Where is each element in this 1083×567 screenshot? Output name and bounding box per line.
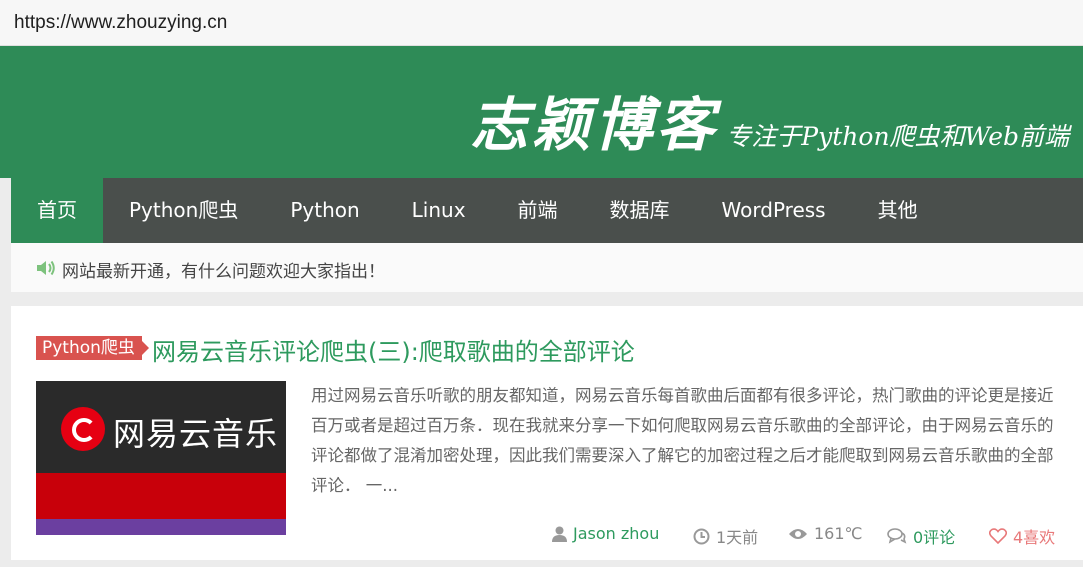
views-text: 161℃ [814,524,863,543]
clock-icon [693,528,710,544]
speaker-icon [37,260,55,276]
thumbnail-logo-text: 网易云音乐 [113,415,279,453]
likes-text[interactable]: 4喜欢 [1013,524,1055,548]
site-slogan: 专注于Python爬虫和Web前端 [726,122,1069,151]
notice-text: 网站最新开通，有什么问题欢迎大家指出！ [62,262,385,282]
post-category-tag[interactable]: Python爬虫 [36,336,149,360]
thumbnail-red-band [36,473,286,519]
eye-icon [789,528,807,539]
nav-item-python-spider[interactable]: Python爬虫 [103,178,264,243]
site-brand[interactable]: 志颖博客 专注于Python爬虫和Web前端 [470,78,1069,162]
post-title[interactable]: 网易云音乐评论爬虫(三):爬取歌曲的全部评论 [152,332,635,367]
browser-address-bar[interactable]: https://www.zhouzying.cn [0,0,1083,46]
time-text: 1天前 [716,528,759,547]
site-header: 志颖博客 专注于Python爬虫和Web前端 [0,46,1083,178]
post-comments[interactable]: 0评论 [887,524,955,548]
post-time: 1天前 [693,524,758,548]
post-likes[interactable]: 4喜欢 [989,524,1055,548]
notice-bar: 网站最新开通，有什么问题欢迎大家指出！ [11,243,1083,292]
main-nav: 首页 Python爬虫 Python Linux 前端 数据库 WordPres… [11,178,1083,243]
nav-item-database[interactable]: 数据库 [584,178,696,243]
post-excerpt: 用过网易云音乐听歌的朋友都知道，网易云音乐每首歌曲后面都有很多评论，热门歌曲的评… [311,386,1054,495]
nav-item-home[interactable]: 首页 [11,178,103,243]
post-views: 161℃ [788,524,863,543]
scrollbar[interactable] [1017,0,1083,8]
post-card: Python爬虫 网易云音乐评论爬虫(三):爬取歌曲的全部评论 网易云音乐 用过… [11,306,1083,560]
url-text[interactable]: https://www.zhouzying.cn [14,12,227,34]
post-author[interactable]: Jason zhou [552,524,659,543]
site-name[interactable]: 志颖博客 [470,78,718,162]
nav-item-linux[interactable]: Linux [386,178,492,243]
author-name[interactable]: Jason zhou [573,524,659,543]
post-thumbnail[interactable]: 网易云音乐 [36,381,286,535]
nav-item-wordpress[interactable]: WordPress [696,178,852,243]
comments-text[interactable]: 0评论 [913,524,955,548]
nav-item-python[interactable]: Python [264,178,385,243]
nav-item-frontend[interactable]: 前端 [492,178,584,243]
nav-item-other[interactable]: 其他 [852,178,944,243]
user-icon [552,526,567,542]
post-meta: Jason zhou 1天前 161℃ 0评论 4喜欢 [11,524,1083,548]
comment-icon [887,528,907,544]
netease-music-logo-icon [61,407,105,451]
heart-icon [989,528,1007,544]
